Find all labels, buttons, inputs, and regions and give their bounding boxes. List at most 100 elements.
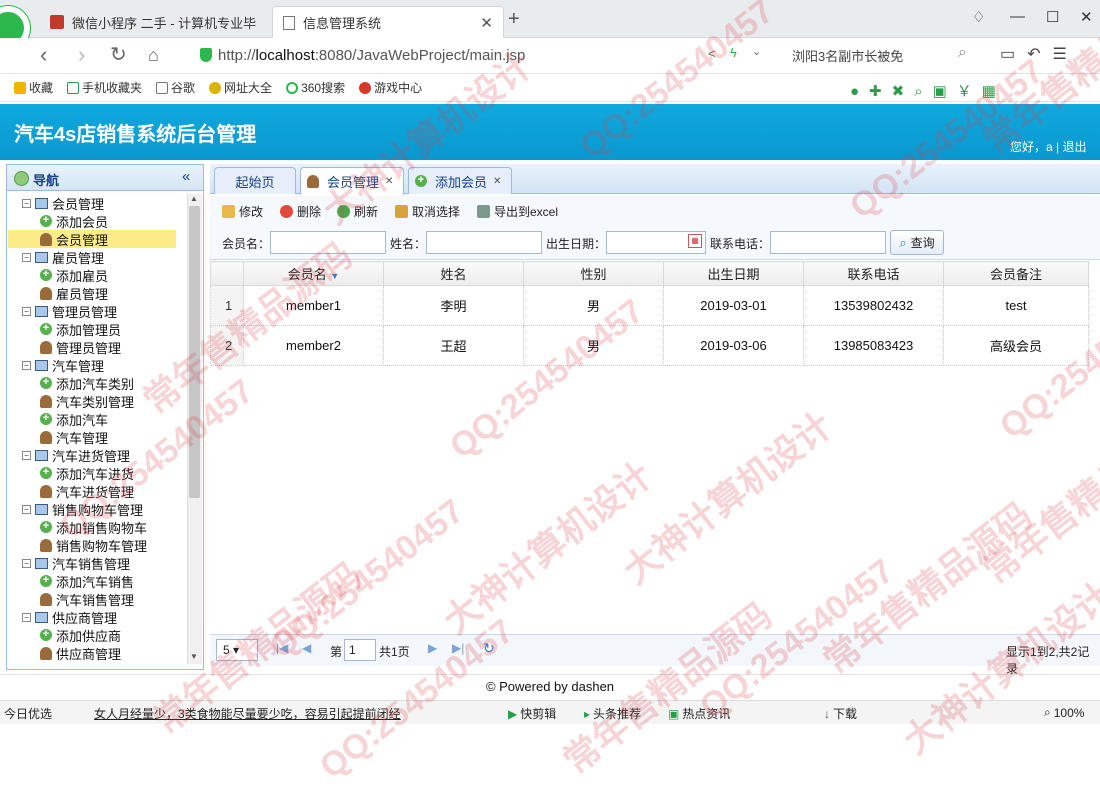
pager-refresh-icon[interactable]: ↻: [483, 640, 495, 657]
tree-group[interactable]: − 会员管理: [8, 194, 186, 212]
next-page-icon[interactable]: ▶: [428, 641, 437, 655]
close-window-icon[interactable]: ✕: [1080, 8, 1093, 26]
collapse-node-icon[interactable]: −: [22, 450, 31, 460]
tree-group[interactable]: − 汽车管理: [8, 356, 186, 374]
close-tab-icon[interactable]: ✕: [480, 14, 493, 32]
column-header[interactable]: 联系电话: [803, 261, 944, 286]
close-tab-icon[interactable]: ✕: [385, 176, 393, 187]
sidebar-item[interactable]: + 添加供应商: [8, 626, 186, 644]
zoom-level[interactable]: ⌕ 100%: [1044, 705, 1084, 720]
phone-input[interactable]: [770, 231, 886, 254]
tree-group[interactable]: − 销售购物车管理: [8, 500, 186, 518]
sidebar-item[interactable]: 汽车进货管理: [8, 482, 186, 500]
sidebar-item[interactable]: + 添加汽车: [8, 410, 186, 428]
bookmark-item[interactable]: 360搜索: [286, 79, 345, 96]
collapse-node-icon[interactable]: −: [22, 504, 31, 514]
search-icon[interactable]: ⌕: [958, 44, 967, 62]
table-row[interactable]: 1 member1 李明 男 2019-03-01 13539802432 te…: [210, 285, 1089, 326]
prev-page-icon[interactable]: ◀: [302, 641, 311, 655]
forward-icon[interactable]: ›: [78, 44, 85, 66]
page-size-select[interactable]: 5 ▾: [216, 639, 258, 661]
home-icon[interactable]: ⌂: [148, 44, 159, 66]
tree-group[interactable]: − 汽车进货管理: [8, 446, 186, 464]
column-header[interactable]: 姓名: [383, 261, 524, 286]
tab-home[interactable]: 起始页: [214, 167, 296, 194]
first-page-icon[interactable]: |◀: [276, 641, 288, 655]
sidebar-item[interactable]: + 添加汽车进货: [8, 464, 186, 482]
sidebar-item[interactable]: 汽车类别管理: [8, 392, 186, 410]
sidebar-item[interactable]: 管理员管理: [8, 338, 186, 356]
bookmark-item[interactable]: 谷歌: [156, 79, 195, 96]
chevron-down-icon[interactable]: ⌄: [752, 45, 761, 58]
news-headline[interactable]: 浏阳3名副市长被免: [792, 46, 903, 65]
share-icon[interactable]: <: [708, 46, 716, 61]
collapse-node-icon[interactable]: −: [22, 612, 31, 622]
edit-button[interactable]: 修改: [222, 203, 263, 220]
column-header[interactable]: 会员名 ▼: [243, 261, 384, 286]
collapse-node-icon[interactable]: −: [22, 558, 31, 568]
export-excel-button[interactable]: 导出到excel: [477, 203, 558, 220]
status-item[interactable]: ▶ 快剪辑: [508, 705, 556, 722]
refresh-button[interactable]: 刷新: [337, 203, 378, 220]
status-item[interactable]: ▸ 头条推荐: [584, 705, 641, 722]
sidebar-item[interactable]: 销售购物车管理: [8, 536, 186, 554]
tree-group[interactable]: − 雇员管理: [8, 248, 186, 266]
delete-button[interactable]: 删除: [280, 203, 321, 220]
status-item[interactable]: ▣ 热点资讯: [668, 705, 730, 722]
close-tab-icon[interactable]: ✕: [493, 176, 501, 187]
scroll-up-icon[interactable]: ▲: [190, 194, 198, 203]
member-name-input[interactable]: [270, 231, 386, 254]
sidebar-item[interactable]: 汽车管理: [8, 428, 186, 446]
back-icon[interactable]: ‹: [40, 44, 47, 66]
collapse-node-icon[interactable]: −: [22, 306, 31, 316]
bookmark-item[interactable]: 手机收藏夹: [67, 79, 142, 96]
scroll-down-icon[interactable]: ▼: [190, 652, 198, 661]
lightning-icon[interactable]: ϟ: [730, 45, 737, 60]
collapse-sidebar-icon[interactable]: «: [182, 168, 190, 185]
sidebar-item[interactable]: 会员管理: [8, 230, 176, 248]
query-button[interactable]: ⌕ 查询: [890, 230, 944, 255]
browser-tab-active[interactable]: 信息管理系统 ✕: [272, 6, 504, 38]
minimize-icon[interactable]: —: [1010, 8, 1025, 25]
today-pick[interactable]: 今日优选: [4, 705, 52, 722]
tree-group[interactable]: − 管理员管理: [8, 302, 186, 320]
collapse-node-icon[interactable]: −: [22, 198, 31, 208]
sidebar-item[interactable]: + 添加汽车销售: [8, 572, 186, 590]
tree-group[interactable]: − 供应商管理: [8, 608, 186, 626]
scrollbar-thumb[interactable]: [189, 206, 200, 498]
column-header[interactable]: 性别: [523, 261, 664, 286]
maximize-icon[interactable]: ☐: [1046, 8, 1059, 26]
extension-icons[interactable]: ●✚✖⌕▣￥▦: [850, 80, 1006, 101]
sidebar-item[interactable]: 雇员管理: [8, 284, 186, 302]
user-greeting-logout[interactable]: 您好，a | 退出: [1010, 138, 1086, 155]
url-input[interactable]: http://localhost:8080/JavaWebProject/mai…: [200, 42, 780, 68]
bookmark-item[interactable]: 收藏: [14, 79, 53, 96]
column-header[interactable]: 出生日期: [663, 261, 804, 286]
sidebar-item[interactable]: + 添加管理员: [8, 320, 186, 338]
news-ticker[interactable]: 女人月经量少，3类食物能尽量要少吃，容易引起提前闭经: [94, 705, 401, 722]
sidebar-item[interactable]: + 添加雇员: [8, 266, 186, 284]
sidebar-item[interactable]: + 添加汽车类别: [8, 374, 186, 392]
collapse-node-icon[interactable]: −: [22, 360, 31, 370]
bookmark-item[interactable]: 网址大全: [209, 79, 272, 96]
tree-group[interactable]: − 汽车销售管理: [8, 554, 186, 572]
sidebar-item[interactable]: 汽车销售管理: [8, 590, 186, 608]
status-item[interactable]: ↓ 下载: [824, 705, 857, 722]
reload-icon[interactable]: ↻: [110, 44, 127, 66]
sidebar-item[interactable]: + 添加销售购物车: [8, 518, 186, 536]
name-input[interactable]: [426, 231, 542, 254]
last-page-icon[interactable]: ▶|: [452, 641, 464, 655]
browser-tab[interactable]: 微信小程序 二手 - 计算机专业毕: [40, 6, 270, 38]
new-tab-icon[interactable]: +: [508, 8, 520, 31]
skin-icon[interactable]: ♢: [972, 8, 985, 26]
bookmark-item[interactable]: 游戏中心: [359, 79, 422, 96]
column-header[interactable]: 会员备注: [943, 261, 1089, 286]
tab-add-member[interactable]: + 添加会员 ✕: [408, 167, 512, 194]
calendar-icon[interactable]: ▦: [688, 234, 702, 248]
tab-member-manage[interactable]: 会员管理 ✕: [300, 167, 404, 195]
sidebar-item[interactable]: 供应商管理: [8, 644, 186, 662]
collapse-node-icon[interactable]: −: [22, 252, 31, 262]
toolbar-icons[interactable]: ▭↶☰: [1000, 44, 1079, 64]
sidebar-item[interactable]: + 添加会员: [8, 212, 186, 230]
cancel-selection-button[interactable]: 取消选择: [395, 203, 460, 220]
